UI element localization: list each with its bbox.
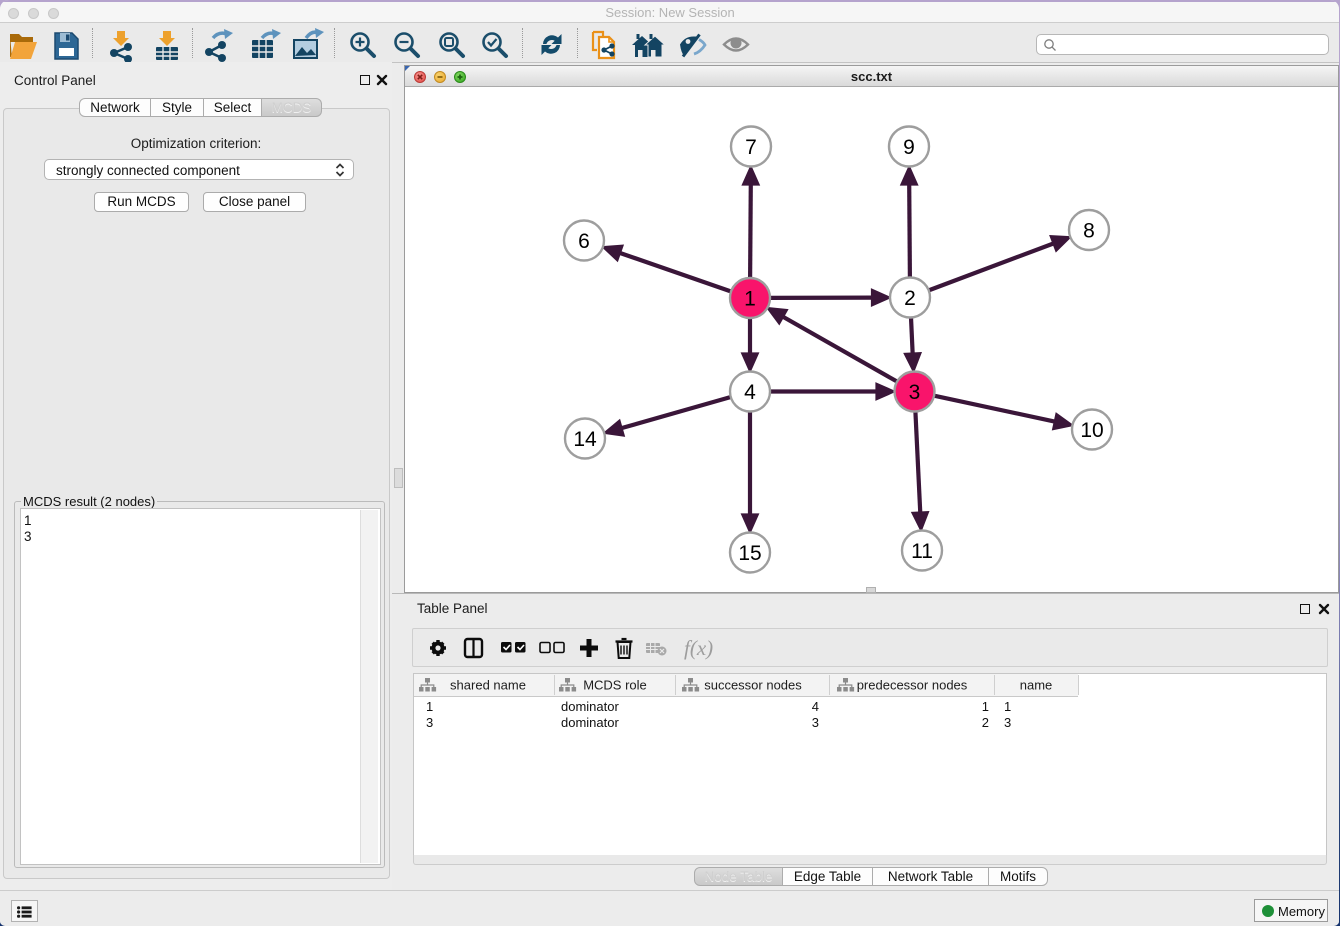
svg-text:successor nodes: successor nodes — [704, 678, 802, 693]
svg-text:2: 2 — [904, 287, 916, 310]
svg-text:15: 15 — [738, 542, 761, 565]
svg-text:shared name: shared name — [450, 678, 526, 693]
svg-text:11: 11 — [911, 540, 933, 563]
svg-text:f(x): f(x) — [684, 636, 713, 660]
svg-text:8: 8 — [1083, 220, 1095, 243]
svg-text:6: 6 — [578, 230, 590, 253]
svg-text:3: 3 — [909, 381, 921, 404]
svg-text:14: 14 — [573, 428, 597, 451]
svg-text:1: 1 — [744, 288, 756, 311]
svg-text:MCDS role: MCDS role — [583, 678, 647, 693]
svg-text:predecessor nodes: predecessor nodes — [857, 678, 968, 693]
svg-text:4: 4 — [744, 381, 756, 404]
svg-text:name: name — [1020, 678, 1053, 693]
svg-text:9: 9 — [903, 136, 915, 159]
svg-text:10: 10 — [1080, 419, 1103, 442]
svg-text:7: 7 — [745, 136, 757, 159]
